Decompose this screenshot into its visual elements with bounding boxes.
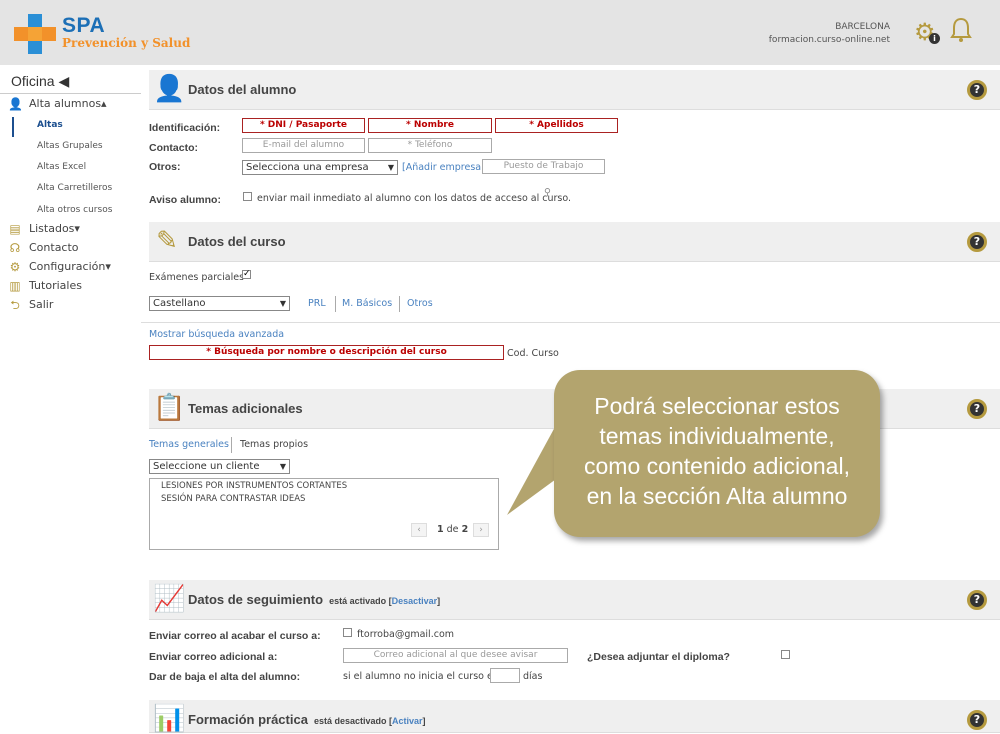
brand-subtitle: Prevención y Salud xyxy=(62,36,191,50)
examenes-label: Exámenes parciales xyxy=(149,272,245,283)
diploma-checkbox[interactable] xyxy=(781,650,790,659)
sidebar-sub-alta-carretilleros[interactable]: Alta Carretilleros xyxy=(37,181,112,195)
client-select[interactable]: Seleccione un cliente ▼ xyxy=(149,459,290,474)
dropdown-arrow-icon: ▼ xyxy=(387,163,394,172)
aviso-label: Aviso alumno: xyxy=(149,194,221,206)
active-indicator xyxy=(12,117,14,137)
sidebar-sub-altas[interactable]: Altas xyxy=(37,118,63,132)
baja-text: si el alumno no inicia el curso en xyxy=(343,671,499,682)
section-header-practica: 📊 Formación práctica está desactivado [Ac… xyxy=(149,700,1000,734)
spa-logo xyxy=(14,14,56,54)
section-header-curso: ✎ Datos del curso ? xyxy=(149,222,1000,262)
brand-name: SPA xyxy=(62,14,106,37)
sidebar: Oficina ◀ 👤 Alta alumnos▴ Altas Altas Gru… xyxy=(0,65,141,733)
filter-basicos[interactable]: M. Básicos xyxy=(342,298,392,309)
clipboard-icon: 📋 xyxy=(153,393,186,423)
section-header-seguimiento: 📈 Datos de seguimiento está activado [Des… xyxy=(149,580,1000,620)
aviso-text: enviar mail inmediato al alumno con los … xyxy=(257,193,572,204)
bar-chart-icon: 📊 xyxy=(153,704,186,734)
aviso-checkbox[interactable] xyxy=(243,192,252,201)
top-header: SPA Prevención y Salud BARCELONA formaci… xyxy=(0,0,1000,65)
student-icon: 👤 xyxy=(153,74,186,104)
sidebar-sub-altas-excel[interactable]: Altas Excel xyxy=(37,160,86,174)
next-page-button[interactable]: › xyxy=(473,523,489,537)
sidebar-item-alta-alumnos[interactable]: 👤 Alta alumnos▴ xyxy=(8,95,107,113)
nombre-input[interactable]: * Nombre xyxy=(368,118,492,133)
add-empresa-link[interactable]: [Añadir empresa] xyxy=(402,162,485,173)
book-icon: ▥ xyxy=(9,279,21,293)
help-icon[interactable]: ? xyxy=(967,710,987,730)
sidebar-item-contacto[interactable]: ☊ Contacto xyxy=(8,239,79,257)
otros-label: Otros: xyxy=(149,161,181,173)
section-title-practica: Formación práctica está desactivado [Acti… xyxy=(188,712,426,727)
tab-temas-generales[interactable]: Temas generales xyxy=(149,439,229,450)
correo-value: ftorroba@gmail.com xyxy=(357,629,455,640)
section-title-curso: Datos del curso xyxy=(188,234,286,249)
activar-link[interactable]: Activar xyxy=(392,716,423,726)
telefono-input[interactable]: * Teléfono xyxy=(368,138,492,153)
sidebar-sub-altas-grupales[interactable]: Altas Grupales xyxy=(37,139,103,153)
key-icon: ⚲ xyxy=(544,187,551,198)
puesto-input[interactable]: Puesto de Trabajo xyxy=(482,159,605,174)
sidebar-item-listados[interactable]: ▤ Listados▾ xyxy=(8,220,80,238)
apellidos-input[interactable]: * Apellidos xyxy=(495,118,618,133)
contacto-label: Contacto: xyxy=(149,142,198,154)
help-icon[interactable]: ? xyxy=(967,232,987,252)
header-url: formacion.curso-online.net xyxy=(768,35,890,45)
email-input[interactable]: E-mail del alumno xyxy=(242,138,365,153)
gear-icon: ⚙ xyxy=(9,260,21,274)
sidebar-title[interactable]: Oficina ◀ xyxy=(11,73,69,90)
adicional-input[interactable]: Correo adicional al que desee avisar xyxy=(343,648,568,663)
correo-label: Enviar correo al acabar el curso a: xyxy=(149,630,321,642)
filter-prl[interactable]: PRL xyxy=(308,298,326,309)
help-icon[interactable]: ? xyxy=(967,399,987,419)
help-icon[interactable]: ? xyxy=(967,590,987,610)
adicional-label: Enviar correo adicional a: xyxy=(149,651,278,663)
dni-input[interactable]: * DNI / Pasaporte xyxy=(242,118,365,133)
section-title-seguimiento: Datos de seguimiento está activado [Desac… xyxy=(188,592,441,607)
filter-otros[interactable]: Otros xyxy=(407,298,433,309)
tab-temas-propios[interactable]: Temas propios xyxy=(240,439,308,450)
empresa-select[interactable]: Selecciona una empresa ▼ xyxy=(242,160,398,175)
sidebar-item-tutoriales[interactable]: ▥ Tutoriales xyxy=(8,277,82,295)
list-item[interactable]: LESIONES POR INSTRUMENTOS CORTANTES xyxy=(161,481,347,491)
sidebar-sub-alta-otros[interactable]: Alta otros cursos xyxy=(37,203,112,217)
sidebar-item-salir[interactable]: ⮌ Salir xyxy=(8,296,53,314)
correo-checkbox[interactable] xyxy=(343,628,352,637)
help-icon[interactable]: ? xyxy=(967,80,987,100)
temas-listbox: LESIONES POR INSTRUMENTOS CORTANTES SESI… xyxy=(149,478,499,550)
bell-icon[interactable] xyxy=(950,17,974,45)
page-indicator: 1 de 2 xyxy=(437,524,469,535)
user-icon: 👤 xyxy=(8,97,23,111)
dropdown-arrow-icon: ▼ xyxy=(279,299,286,308)
section-title-temas: Temas adicionales xyxy=(188,401,303,416)
sidebar-item-configuracion[interactable]: ⚙ Configuración▾ xyxy=(8,258,111,276)
header-city: BARCELONA xyxy=(835,22,890,32)
course-edit-icon: ✎ xyxy=(156,226,178,256)
advanced-search-link[interactable]: Mostrar búsqueda avanzada xyxy=(149,329,284,340)
list-item[interactable]: SESIÓN PARA CONTRASTAR IDEAS xyxy=(161,494,305,504)
section-title-alumno: Datos del alumno xyxy=(188,82,297,97)
exit-icon: ⮌ xyxy=(10,298,20,312)
cod-curso-label: Cod. Curso xyxy=(507,348,559,359)
dias-label: días xyxy=(523,671,543,682)
identificacion-label: Identificación: xyxy=(149,122,221,134)
examenes-checkbox[interactable]: ✓ xyxy=(242,270,251,279)
dropdown-arrow-icon: ▼ xyxy=(279,462,286,471)
dias-input[interactable] xyxy=(490,668,520,683)
info-icon: i xyxy=(929,33,940,44)
prev-page-button[interactable]: ‹ xyxy=(411,523,427,537)
headset-icon: ☊ xyxy=(9,241,21,255)
section-header-alumno: 👤 Datos del alumno ? xyxy=(149,70,1000,110)
chart-clipboard-icon: 📈 xyxy=(153,584,186,614)
callout-text: Podrá seleccionar estos temas individual… xyxy=(584,393,850,509)
baja-label: Dar de baja el alta del alumno: xyxy=(149,671,301,683)
desactivar-link[interactable]: Desactivar xyxy=(392,596,438,606)
course-search-input[interactable]: * Búsqueda por nombre o descripción del … xyxy=(149,345,504,360)
diploma-label: ¿Desea adjuntar el diploma? xyxy=(587,651,730,663)
idioma-select[interactable]: Castellano ▼ xyxy=(149,296,290,311)
list-icon: ▤ xyxy=(9,222,21,236)
